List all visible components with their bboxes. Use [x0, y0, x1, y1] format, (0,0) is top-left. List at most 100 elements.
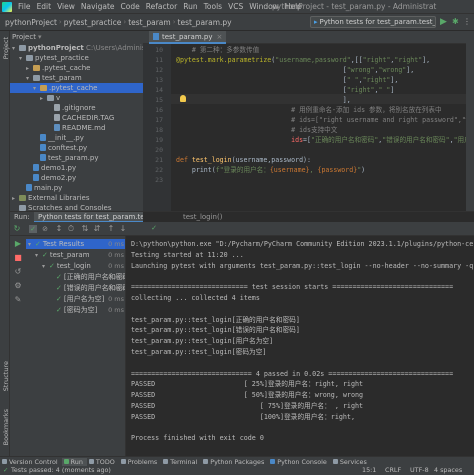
sort-by-duration-icon[interactable]: ⏱: [67, 225, 75, 233]
project-tree-item[interactable]: .gitignore: [10, 103, 96, 113]
code-line: ],: [176, 95, 351, 105]
console-line: test_param.py::test_login[错误的用户名和密码]: [131, 326, 300, 335]
code-line: def test_login(username,password):: [176, 155, 311, 165]
tool-python-console[interactable]: Python Console: [268, 458, 331, 466]
previous-test-icon[interactable]: ↑: [107, 225, 115, 233]
excluded-folder-icon: [33, 65, 40, 71]
test-result-item[interactable]: ✓ [正确的用户名和密码] 0 ms: [26, 272, 125, 282]
project-tree-item[interactable]: ▸ v: [10, 93, 60, 103]
test-result-item[interactable]: ▾ ✓ test_login 0 ms: [26, 261, 125, 272]
project-tree-item[interactable]: README.md: [10, 123, 105, 133]
menu-tools[interactable]: Tools: [201, 2, 225, 11]
tool-run[interactable]: Run: [61, 457, 87, 466]
project-tree-label: test_param: [42, 74, 82, 82]
project-tree-item[interactable]: Scratches and Consoles: [10, 203, 112, 211]
run-icon[interactable]: ▶: [440, 17, 447, 27]
project-tool-label[interactable]: Project: [2, 37, 10, 59]
menu-edit[interactable]: Edit: [34, 2, 55, 11]
show-passed-icon[interactable]: ✓: [29, 225, 37, 233]
project-tree-item[interactable]: ▾ test_param: [10, 73, 82, 83]
toggle-auto-test-icon[interactable]: ↺: [14, 268, 22, 276]
left-tool-strip: Project Structure Bookmarks: [0, 31, 10, 456]
line-number: 23: [155, 176, 163, 184]
test-result-item[interactable]: ✓ [错误的用户名和密码] 0 ms: [26, 283, 125, 293]
status-encoding[interactable]: UTF-8: [410, 466, 429, 475]
stop-icon[interactable]: ■: [14, 254, 22, 262]
tool-services[interactable]: Services: [331, 458, 371, 466]
test-result-item[interactable]: ✓ [用户名为空] 0 ms: [26, 294, 125, 304]
menu-file[interactable]: File: [15, 2, 34, 11]
console-line: test_param.py::test_login[用户名为空]: [131, 337, 274, 346]
status-line-separator[interactable]: CRLF: [385, 466, 401, 475]
expand-arrow-icon[interactable]: ▾: [35, 251, 42, 261]
tool-terminal[interactable]: Terminal: [161, 458, 201, 466]
tab-test-param[interactable]: test_param.py ×: [149, 31, 227, 44]
project-panel-header: Project ▾: [10, 31, 143, 43]
test-result-item[interactable]: ✓ [密码为空] 0 ms: [26, 305, 125, 315]
collapse-all-icon[interactable]: ⇵: [93, 225, 101, 233]
bookmarks-tool-label[interactable]: Bookmarks: [2, 409, 10, 445]
breadcrumb-file[interactable]: test_param.py: [176, 18, 234, 27]
rerun-icon[interactable]: ↻: [13, 225, 21, 233]
project-tree-item[interactable]: ▸ .pytest_cache: [10, 63, 90, 73]
menu-run[interactable]: Run: [180, 2, 200, 11]
show-ignored-icon[interactable]: ⊘: [41, 225, 49, 233]
more-actions-icon[interactable]: ⋮: [463, 17, 471, 27]
pin-tab-icon[interactable]: ✎: [14, 296, 22, 304]
breadcrumb-project[interactable]: pythonProject: [3, 18, 59, 27]
chevron-down-icon[interactable]: ▾: [38, 33, 42, 41]
expand-arrow-icon[interactable]: ▾: [28, 240, 35, 250]
project-tree-label: test_param.py: [48, 154, 99, 162]
project-tree-item[interactable]: demo1.py: [10, 163, 76, 173]
code-editor[interactable]: 10 11 12 13 14 15 16 17 18 19 20 21 22 23 # 第二种：多参数传值…: [143, 44, 474, 211]
status-message[interactable]: Tests passed: 4 (moments ago): [11, 466, 111, 475]
project-tree-item[interactable]: demo2.py: [10, 173, 76, 183]
tool-version-control[interactable]: Version Control: [0, 458, 62, 466]
run-again-icon[interactable]: ▶: [14, 240, 22, 248]
status-indent[interactable]: 4 spaces: [434, 466, 462, 475]
structure-tool-label[interactable]: Structure: [2, 361, 10, 391]
tool-problems[interactable]: Problems: [119, 458, 161, 466]
project-tree-item[interactable]: ▾ pytest_practice: [10, 53, 89, 63]
expand-all-icon[interactable]: ⇅: [81, 225, 89, 233]
run-console[interactable]: D:\python\python.exe "D:/Pycharm/PyCharm…: [126, 236, 474, 456]
settings-icon[interactable]: ⚙: [14, 282, 22, 290]
menu-vcs[interactable]: VCS: [225, 2, 246, 11]
project-tree-item[interactable]: ▾pythonProject C:\Users\Administrat: [10, 43, 143, 53]
project-tree-item[interactable]: conftest.py: [10, 143, 87, 153]
tool-window-bar: Version Control Run TODO Problems Termin…: [0, 456, 474, 466]
console-line: D:\python\python.exe "D:/Pycharm/PyCharm…: [131, 240, 474, 248]
expand-arrow-icon[interactable]: ▾: [42, 262, 49, 272]
status-cursor-position[interactable]: 15:1: [362, 466, 376, 475]
debug-icon[interactable]: ✱: [452, 17, 459, 27]
project-tree-item[interactable]: ▸ External Libraries: [10, 193, 90, 203]
menu-view[interactable]: View: [54, 2, 78, 11]
sort-alphabetically-icon[interactable]: ↕: [55, 225, 63, 233]
line-number: 15: [155, 96, 163, 104]
test-result-item[interactable]: ▾ ✓ test_param 0 ms: [26, 250, 125, 261]
breadcrumb-folder[interactable]: pytest_practice: [62, 18, 124, 27]
menu-refactor[interactable]: Refactor: [143, 2, 180, 11]
tool-label: Services: [339, 457, 367, 466]
project-tree-item[interactable]: CACHEDIR.TAG: [10, 113, 114, 123]
project-tree-item[interactable]: main.py: [10, 183, 62, 193]
project-tree-item[interactable]: ▾ .pytest_cache: [10, 83, 143, 93]
test-label: test_login: [56, 262, 91, 270]
menu-code[interactable]: Code: [118, 2, 143, 11]
tool-todo[interactable]: TODO: [87, 458, 119, 466]
test-duration: 0 ms: [108, 251, 124, 259]
test-label: [密码为空]: [63, 306, 98, 314]
close-icon[interactable]: ×: [216, 33, 222, 41]
test-result-item[interactable]: ▾ ✓ Test Results 0 ms: [26, 239, 125, 250]
code-line: # ids支持中文: [176, 125, 337, 135]
next-test-icon[interactable]: ↓: [119, 225, 127, 233]
menu-navigate[interactable]: Navigate: [78, 2, 118, 11]
test-label: Test Results: [42, 240, 85, 248]
project-tree-item[interactable]: __init__.py: [10, 133, 84, 143]
run-configuration-select[interactable]: ▸ Python tests for test_param.test_login: [310, 16, 436, 28]
tool-python-packages[interactable]: Python Packages: [201, 458, 268, 466]
test-duration: 0 ms: [108, 306, 124, 314]
project-tree-item[interactable]: test_param.py: [10, 153, 98, 163]
breadcrumb-subfolder[interactable]: test_param: [126, 18, 173, 27]
function-breadcrumb[interactable]: test_login(): [183, 213, 222, 221]
